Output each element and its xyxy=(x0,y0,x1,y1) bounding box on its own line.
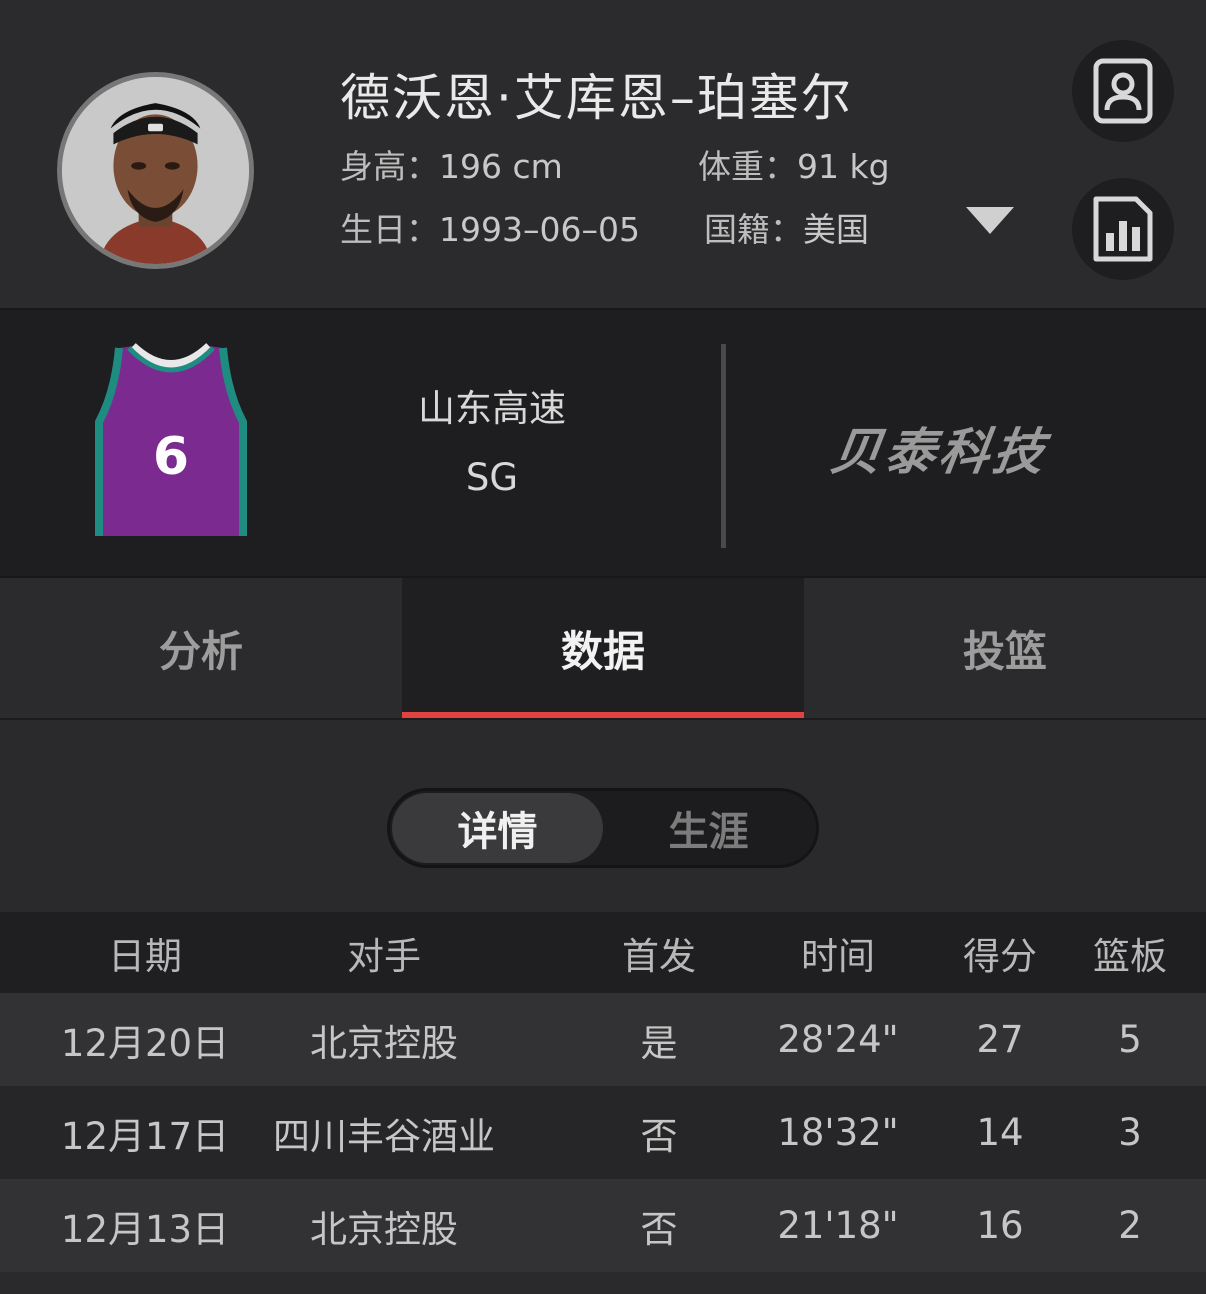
nationality-info: 国籍：美国 xyxy=(704,203,869,251)
cell-date: 12月20日 xyxy=(60,1021,230,1065)
cell-opponent: 北京控股 xyxy=(310,1207,458,1251)
height-value: 196 cm xyxy=(439,147,563,186)
tab-data[interactable]: 数据 xyxy=(402,578,804,718)
cell-starter: 是 xyxy=(640,1021,678,1065)
cell-opponent: 北京控股 xyxy=(310,1021,458,1065)
vertical-divider xyxy=(721,344,726,548)
player-position: SG xyxy=(465,456,519,499)
tab-shooting[interactable]: 投篮 xyxy=(804,578,1206,718)
cell-rebounds: 5 xyxy=(1118,1018,1142,1061)
birthday-label: 生日： xyxy=(340,210,439,249)
header-rebounds: 篮板 xyxy=(1093,934,1167,978)
weight-value: 91 kg xyxy=(797,147,890,186)
player-photo xyxy=(62,77,249,264)
player-header: 德沃恩·艾库恩–珀塞尔 身高：196 cm 体重：91 kg 生日：1993–0… xyxy=(0,0,1206,308)
brand-logo: 贝泰科技 xyxy=(827,423,1052,481)
table-header: 日期 对手 首发 时间 得分 篮板 xyxy=(0,912,1206,993)
header-minutes: 时间 xyxy=(801,934,875,978)
cell-rebounds: 3 xyxy=(1118,1111,1142,1154)
cell-date: 12月13日 xyxy=(60,1207,230,1251)
team-section: 6 山东高速 SG 贝泰科技 xyxy=(0,308,1206,578)
cell-points: 27 xyxy=(976,1018,1024,1061)
header-starter: 首发 xyxy=(622,934,696,978)
birthday-value: 1993–06–05 xyxy=(439,210,640,249)
main-tabs: 分析 数据 投篮 xyxy=(0,578,1206,720)
header-date: 日期 xyxy=(108,934,182,978)
cell-opponent: 四川丰谷酒业 xyxy=(273,1114,495,1158)
table-row[interactable]: 12月17日 四川丰谷酒业 否 18'32" 14 3 xyxy=(0,1086,1206,1179)
player-avatar xyxy=(57,72,254,269)
birthday-info: 生日：1993–06–05 xyxy=(340,203,640,251)
header-points: 得分 xyxy=(963,934,1037,978)
tab-analysis[interactable]: 分析 xyxy=(0,578,402,718)
cell-starter: 否 xyxy=(640,1207,678,1251)
bar-chart-icon xyxy=(1093,196,1153,262)
height-label: 身高： xyxy=(340,147,439,186)
cell-rebounds: 2 xyxy=(1118,1204,1142,1247)
cell-minutes: 28'24" xyxy=(777,1018,899,1061)
triangle-down-icon[interactable] xyxy=(966,207,1014,234)
cell-points: 14 xyxy=(976,1111,1024,1154)
person-card-icon xyxy=(1093,58,1153,124)
header-opponent: 对手 xyxy=(347,934,421,978)
cell-date: 12月17日 xyxy=(60,1114,230,1158)
table-row[interactable]: 12月13日 北京控股 否 21'18" 16 2 xyxy=(0,1179,1206,1272)
nationality-label: 国籍： xyxy=(704,210,803,249)
player-name: 德沃恩·艾库恩–珀塞尔 xyxy=(340,69,853,127)
cell-points: 16 xyxy=(976,1204,1024,1247)
profile-button[interactable] xyxy=(1072,40,1174,142)
cell-minutes: 18'32" xyxy=(777,1111,899,1154)
nationality-value: 美国 xyxy=(803,210,869,249)
weight-label: 体重： xyxy=(698,147,797,186)
team-name: 山东高速 xyxy=(418,387,566,430)
jersey-icon: 6 xyxy=(95,343,247,536)
game-log-table: 日期 对手 首发 时间 得分 篮板 12月20日 北京控股 是 28'24" 2… xyxy=(0,912,1206,1272)
cell-minutes: 21'18" xyxy=(777,1204,899,1247)
table-row[interactable]: 12月20日 北京控股 是 28'24" 27 5 xyxy=(0,993,1206,1086)
height-info: 身高：196 cm xyxy=(340,140,563,188)
segment-career[interactable]: 生涯 xyxy=(603,793,814,863)
weight-info: 体重：91 kg xyxy=(698,140,890,188)
stats-button[interactable] xyxy=(1072,178,1174,280)
jersey-number: 6 xyxy=(153,427,189,487)
segmented-control: 详情 生涯 xyxy=(387,788,819,868)
segment-details[interactable]: 详情 xyxy=(392,793,603,863)
cell-starter: 否 xyxy=(640,1114,678,1158)
